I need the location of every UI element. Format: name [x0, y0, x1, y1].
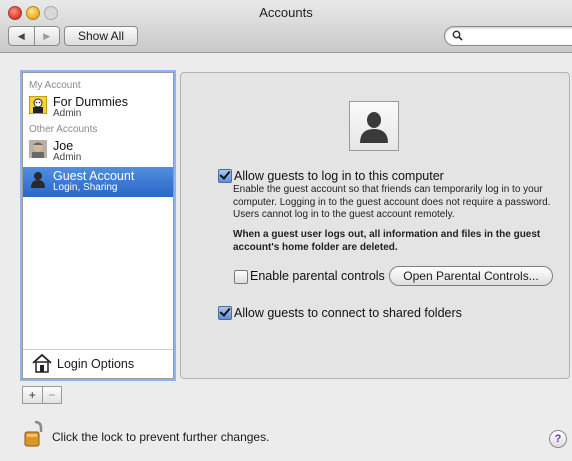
- allow-guest-login-checkbox[interactable]: [218, 169, 232, 183]
- show-all-button[interactable]: Show All: [64, 26, 138, 46]
- account-name: Guest Account: [53, 169, 135, 183]
- guest-warning: When a guest user logs out, all informat…: [233, 229, 541, 253]
- parental-controls-label: Enable parental controls: [250, 269, 385, 283]
- back-button[interactable]: ◀: [9, 27, 34, 45]
- help-button[interactable]: ?: [549, 430, 567, 448]
- search-icon: [452, 30, 463, 41]
- toolbar: Accounts ◀ ▶ Show All: [0, 0, 572, 53]
- account-role: Admin: [53, 152, 82, 163]
- other-accounts-header: Other Accounts: [29, 124, 98, 135]
- lock-icon[interactable]: [24, 420, 46, 448]
- open-parental-controls-button[interactable]: Open Parental Controls...: [389, 266, 553, 286]
- lock-status-text: Click the lock to prevent further change…: [52, 430, 270, 444]
- account-item-guest[interactable]: Guest Account Login, Sharing: [23, 167, 173, 197]
- joe-avatar-icon: [29, 140, 47, 158]
- guest-settings-pane: Allow guests to log in to this computer …: [180, 72, 570, 379]
- dummies-avatar-icon: [29, 96, 47, 114]
- shared-folders-label: Allow guests to connect to shared folder…: [234, 306, 462, 320]
- guest-description: Enable the guest account so that friends…: [233, 184, 551, 220]
- window-title: Accounts: [259, 5, 313, 20]
- remove-account-button[interactable]: −: [41, 387, 62, 403]
- allow-guest-login-label: Allow guests to log in to this computer: [234, 169, 444, 183]
- search-field[interactable]: [444, 26, 572, 46]
- add-remove-control: + −: [22, 386, 62, 404]
- account-role: Login, Sharing: [53, 182, 118, 193]
- account-item-joe[interactable]: Joe Admin: [23, 137, 173, 167]
- forward-button[interactable]: ▶: [33, 27, 60, 45]
- account-name: Joe: [53, 139, 74, 153]
- guest-silhouette-icon: [360, 112, 388, 143]
- login-options-label: Login Options: [57, 357, 135, 371]
- account-name: For Dummies: [53, 95, 129, 109]
- account-role: Admin: [53, 108, 82, 119]
- guest-silhouette-icon: [31, 172, 45, 188]
- account-item-for-dummies[interactable]: For Dummies Admin: [23, 93, 173, 123]
- shared-folders-checkbox[interactable]: [218, 306, 232, 320]
- parental-controls-checkbox[interactable]: [234, 270, 248, 284]
- guest-picture[interactable]: [349, 101, 399, 151]
- add-account-button[interactable]: +: [23, 387, 42, 403]
- house-icon: [32, 353, 52, 373]
- accounts-window: Accounts ◀ ▶ Show All My Account For Dum…: [0, 0, 572, 461]
- accounts-list[interactable]: My Account For Dummies Admin Other Accou…: [22, 72, 174, 379]
- my-account-header: My Account: [29, 80, 81, 91]
- login-options-item[interactable]: Login Options: [23, 349, 173, 378]
- back-forward-control: ◀ ▶: [8, 26, 60, 46]
